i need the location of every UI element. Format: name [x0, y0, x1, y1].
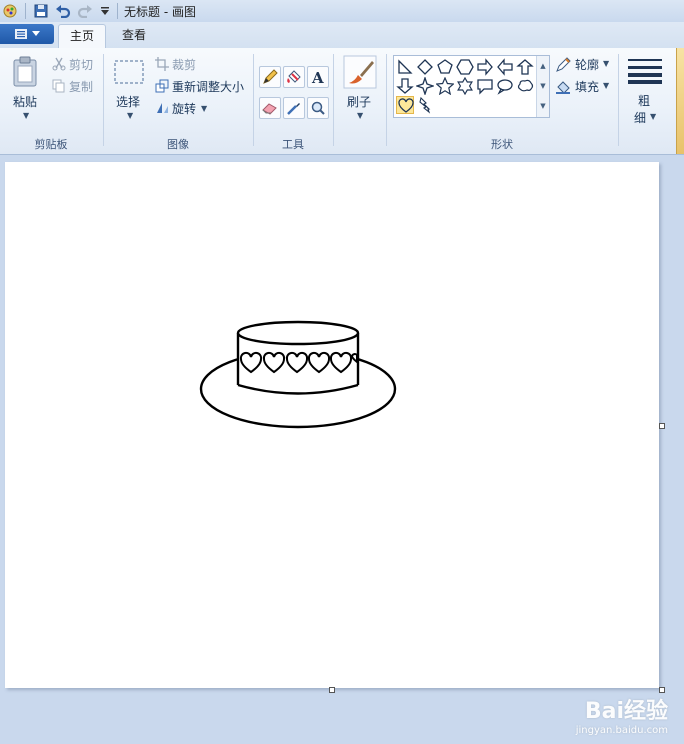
diamond-shape[interactable] — [416, 58, 434, 76]
rotate-button[interactable]: 旋转 — [172, 100, 196, 117]
group-divider — [333, 54, 334, 146]
resize-button[interactable]: 重新调整大小 — [172, 78, 244, 95]
pencil-tool[interactable] — [259, 66, 281, 88]
paint-app-icon[interactable] — [2, 3, 18, 19]
color-picker-tool[interactable] — [283, 97, 305, 119]
brushes-dropdown-icon[interactable]: ▼ — [357, 111, 363, 120]
scroll-down-icon[interactable]: ▼ — [537, 76, 549, 96]
up-arrow-shape[interactable] — [516, 58, 534, 76]
size-dropdown-icon[interactable]: ▼ — [650, 112, 656, 121]
line-size-icon[interactable] — [628, 58, 662, 87]
chevron-down-icon — [32, 31, 40, 36]
fill-button[interactable]: 填充 — [575, 78, 599, 95]
text-tool[interactable]: A — [307, 66, 329, 88]
five-point-star-shape[interactable] — [436, 77, 454, 95]
right-arrow-shape[interactable] — [476, 58, 494, 76]
tools-group-label: 工具 — [282, 138, 304, 151]
brush-icon[interactable] — [343, 55, 377, 92]
eraser-icon — [262, 103, 277, 115]
group-divider — [386, 54, 387, 146]
shapes-group-label: 形状 — [491, 138, 513, 151]
magnifier-tool[interactable] — [307, 97, 329, 119]
copy-button[interactable]: 复制 — [69, 78, 93, 95]
group-divider — [103, 54, 104, 146]
rotate-dropdown-icon[interactable]: ▼ — [201, 104, 207, 113]
six-point-star-shape[interactable] — [456, 77, 474, 95]
cut-button[interactable]: 剪切 — [69, 56, 93, 73]
eraser-tool[interactable] — [259, 97, 281, 119]
app-menu-button[interactable] — [0, 24, 54, 44]
expand-gallery-icon[interactable]: ▼ — [537, 96, 549, 116]
resize-handle-right[interactable] — [659, 423, 665, 429]
fill-bucket-icon — [287, 70, 301, 83]
right-triangle-shape[interactable] — [396, 58, 414, 76]
title-bar: 无标题 - 画图 — [0, 0, 684, 23]
cake-drawing — [199, 320, 397, 429]
ribbon: 粘贴 ▼ 剪切 复制 剪贴板 选择 ▼ 裁剪 重新调整大小 旋转 ▼ 图像 A — [0, 48, 684, 155]
rect-callout-shape[interactable] — [476, 77, 494, 95]
menu-icon — [15, 29, 27, 39]
tab-home[interactable]: 主页 — [58, 24, 106, 49]
clipboard-group-label: 剪贴板 — [34, 138, 68, 151]
cloud-callout-shape[interactable] — [516, 77, 534, 95]
select-dropdown-icon[interactable]: ▼ — [127, 111, 133, 120]
window-title: 无标题 - 画图 — [124, 5, 196, 19]
tab-view[interactable]: 查看 — [112, 24, 156, 48]
color-panel-edge[interactable] — [676, 48, 684, 154]
undo-icon[interactable] — [55, 3, 71, 19]
copy-icon — [52, 79, 66, 96]
brushes-button[interactable]: 刷子 — [347, 93, 371, 110]
pencil-icon — [263, 69, 278, 84]
cut-icon — [52, 57, 66, 74]
left-arrow-shape[interactable] — [496, 58, 514, 76]
image-group-label: 图像 — [167, 138, 189, 151]
group-divider — [253, 54, 254, 146]
customize-quick-access-icon[interactable] — [97, 3, 113, 19]
outline-icon — [555, 57, 571, 76]
paste-icon[interactable] — [12, 56, 40, 91]
crop-icon — [155, 57, 169, 74]
down-arrow-shape[interactable] — [396, 77, 414, 95]
hexagon-shape[interactable] — [456, 58, 474, 76]
select-button[interactable]: 选择 — [116, 93, 140, 110]
rotate-icon — [155, 101, 169, 118]
svg-text:A: A — [311, 69, 324, 85]
fill-icon — [555, 79, 571, 98]
save-icon[interactable] — [33, 3, 49, 19]
watermark-brand: Bai经验 — [584, 699, 668, 724]
paste-button[interactable]: 粘贴 — [13, 93, 37, 110]
shapes-scrollbar[interactable]: ▲ ▼ ▼ — [536, 56, 549, 117]
tab-strip: 主页 查看 — [0, 22, 684, 49]
watermark: Bai经验 jingyan.baidu.com — [576, 693, 668, 736]
select-rectangle-icon[interactable] — [114, 60, 144, 87]
size-label-thick[interactable]: 粗 — [638, 92, 650, 109]
magnifier-icon — [311, 101, 325, 115]
fill-bucket-tool[interactable] — [283, 66, 305, 88]
size-label-thin[interactable]: 细 — [634, 109, 646, 126]
fill-dropdown-icon[interactable]: ▼ — [603, 81, 609, 90]
workspace: Bai经验 jingyan.baidu.com — [0, 155, 684, 744]
outline-dropdown-icon[interactable]: ▼ — [603, 59, 609, 68]
scroll-up-icon[interactable]: ▲ — [537, 56, 549, 76]
redo-icon[interactable] — [77, 3, 93, 19]
heart-shape[interactable] — [396, 96, 414, 114]
eyedropper-icon — [287, 103, 300, 115]
drawing-canvas[interactable] — [5, 162, 659, 688]
paste-dropdown-icon[interactable]: ▼ — [23, 111, 29, 120]
shapes-gallery: ▲ ▼ ▼ — [393, 55, 550, 118]
four-point-star-shape[interactable] — [416, 77, 434, 95]
watermark-url: jingyan.baidu.com — [575, 725, 668, 736]
crop-button[interactable]: 裁剪 — [172, 56, 196, 73]
group-divider — [618, 54, 619, 146]
lightning-shape[interactable] — [416, 96, 434, 114]
text-icon: A — [311, 69, 324, 85]
outline-button[interactable]: 轮廓 — [575, 56, 599, 73]
pentagon-shape[interactable] — [436, 58, 454, 76]
resize-handle-bottom[interactable] — [329, 687, 335, 693]
resize-icon — [155, 79, 169, 96]
oval-callout-shape[interactable] — [496, 77, 514, 95]
